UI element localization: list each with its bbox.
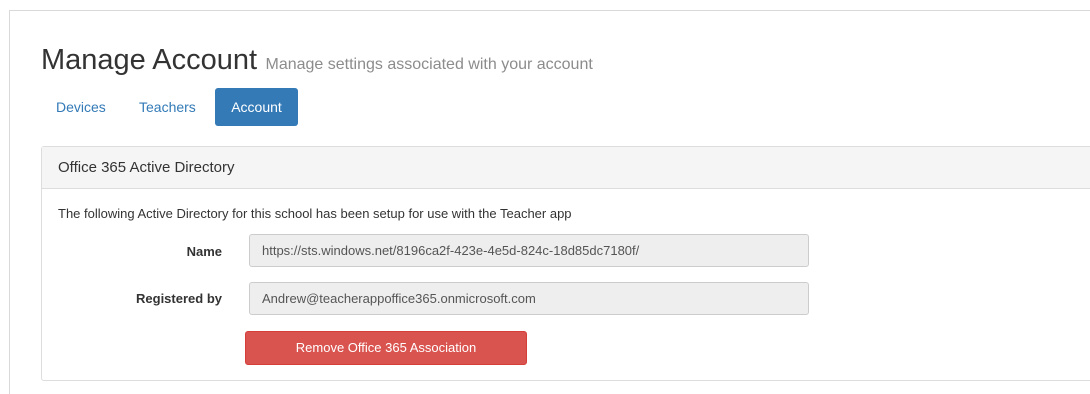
registered-by-field[interactable]: Andrew@teacherappoffice365.onmicrosoft.c… bbox=[249, 282, 809, 315]
panel-heading: Office 365 Active Directory bbox=[42, 147, 1090, 189]
name-field[interactable]: https://sts.windows.net/8196ca2f-423e-4e… bbox=[249, 234, 809, 267]
page-subtitle: Manage settings associated with your acc… bbox=[265, 56, 593, 73]
tab-teachers[interactable]: Teachers bbox=[124, 88, 211, 126]
remove-office365-association-button[interactable]: Remove Office 365 Association bbox=[245, 331, 527, 365]
page-title: Manage Account bbox=[41, 44, 258, 76]
tab-account[interactable]: Account bbox=[215, 88, 298, 126]
active-directory-panel: Office 365 Active Directory The followin… bbox=[41, 146, 1090, 381]
page-header: Manage Account Manage settings associate… bbox=[41, 44, 593, 77]
tab-devices[interactable]: Devices bbox=[41, 88, 121, 126]
registered-by-label: Registered by bbox=[136, 291, 222, 306]
panel-description: The following Active Directory for this … bbox=[58, 206, 572, 221]
name-label: Name bbox=[186, 244, 222, 259]
